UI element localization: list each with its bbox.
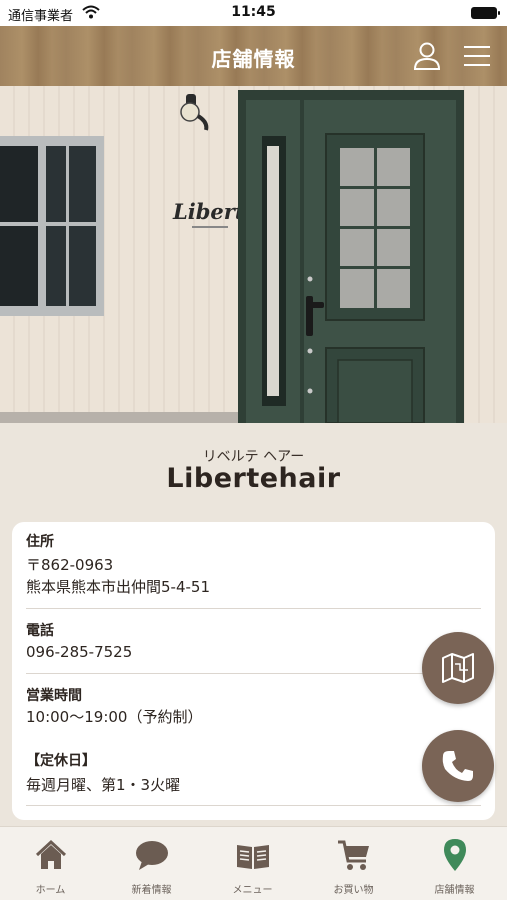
chat-bubble-icon [136, 841, 168, 870]
tab-shopping-label: お買い物 [333, 885, 374, 896]
phone-number[interactable]: 096-285-7525 [26, 641, 481, 663]
tab-home-label: ホーム [35, 885, 66, 896]
cart-icon [338, 840, 369, 870]
book-icon [237, 845, 269, 869]
tab-shopping[interactable]: お買い物 [303, 827, 404, 900]
phone-icon [442, 751, 473, 781]
bottom-tab-bar: ホーム 新着情報 メニュー お買い物 店舗情報 [0, 826, 507, 900]
tab-news[interactable]: 新着情報 [101, 827, 202, 900]
user-icon[interactable] [410, 39, 444, 73]
hours-section: 営業時間 10:00〜19:00（予約制） [26, 686, 481, 728]
hours-label: 営業時間 [26, 688, 82, 704]
address-line[interactable]: 熊本県熊本市出仲間5-4-51 [26, 576, 481, 598]
home-icon [35, 839, 67, 869]
battery-icon [471, 7, 500, 19]
tab-news-label: 新着情報 [131, 885, 172, 896]
holiday-value: 毎週月曜、第1・3火曜 [26, 776, 181, 794]
address-section: 住所 〒862-0963 熊本県熊本市出仲間5-4-51 [26, 532, 481, 598]
status-time: 11:45 [231, 4, 276, 20]
holiday-label: 【定休日】 [26, 753, 96, 769]
divider [26, 673, 481, 674]
hamburger-menu-icon[interactable] [460, 39, 494, 73]
tab-home[interactable]: ホーム [0, 827, 101, 900]
phone-section: 電話 096-285-7525 [26, 621, 481, 663]
divider [26, 608, 481, 609]
shop-name: Libertehair [166, 463, 341, 494]
address-postal-code: 〒862-0963 [26, 556, 114, 574]
holiday-section: 【定休日】 毎週月曜、第1・3火曜 [26, 751, 481, 796]
map-button[interactable] [422, 632, 494, 704]
tab-menu[interactable]: メニュー [202, 827, 303, 900]
call-button[interactable] [422, 730, 494, 802]
hours-value: 10:00〜19:00（予約制） [26, 708, 203, 726]
address-label: 住所 [26, 534, 54, 550]
location-pin-icon [444, 839, 466, 871]
tab-store-info-label: 店舗情報 [434, 885, 475, 896]
map-icon [442, 653, 474, 683]
status-bar: 通信事業者 11:45 [0, 0, 507, 26]
app-header: 店舗情報 [0, 26, 507, 86]
tab-store-info[interactable]: 店舗情報 [404, 827, 505, 900]
phone-label: 電話 [26, 623, 54, 639]
storefront-photo: Liberte [0, 86, 507, 423]
divider [26, 805, 481, 806]
tab-menu-label: メニュー [232, 885, 273, 896]
